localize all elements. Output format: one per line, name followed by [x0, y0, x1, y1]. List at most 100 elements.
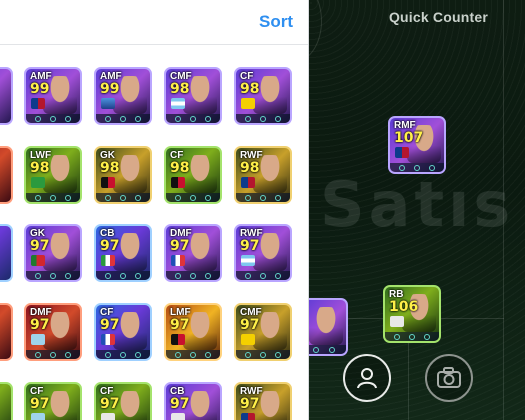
camera-icon	[437, 367, 461, 388]
skill-dots	[96, 193, 150, 202]
card-rating: 98	[240, 160, 260, 176]
player-card-partial[interactable]	[0, 146, 13, 204]
club-badge-icon	[101, 413, 115, 420]
center-circle-arc	[308, 0, 322, 62]
player-card[interactable]: RWF 97	[234, 224, 292, 282]
person-icon	[357, 368, 377, 389]
skill-dots	[96, 271, 150, 280]
skill-dots	[236, 114, 290, 123]
club-badge-icon	[31, 177, 45, 188]
club-badge-icon	[390, 316, 404, 327]
player-card[interactable]: DMF 97	[164, 224, 222, 282]
club-badge-icon	[241, 413, 255, 420]
club-badge-icon	[395, 147, 409, 158]
card-rating: 107	[394, 130, 424, 146]
skill-dots	[26, 350, 80, 359]
card-rating: 98	[240, 81, 260, 97]
player-card-partial[interactable]	[0, 67, 13, 125]
player-card-partial[interactable]	[0, 224, 13, 282]
club-badge-icon	[31, 255, 45, 266]
club-badge-icon	[31, 98, 45, 109]
player-photo	[309, 307, 343, 345]
player-list-panel: Sort AMF 99 AMF 99 CMF 98 CF 98 LWF 98 GK 98 CF 98 RWF…	[0, 0, 309, 420]
card-rating: 97	[240, 317, 260, 333]
skill-dots	[236, 193, 290, 202]
club-badge-icon	[171, 255, 185, 266]
player-card[interactable]: AMF 99	[24, 67, 82, 125]
skill-dots	[26, 193, 80, 202]
camera-button[interactable]	[425, 354, 473, 402]
club-badge-icon	[241, 255, 255, 266]
player-card[interactable]: CF 97	[94, 303, 152, 361]
club-badge-icon	[171, 413, 185, 420]
skill-dots	[96, 350, 150, 359]
card-rating: 97	[30, 317, 50, 333]
card-rating: 97	[170, 317, 190, 333]
card-rating: 99	[100, 81, 120, 97]
player-card[interactable]: GK 97	[24, 224, 82, 282]
card-rating: 97	[240, 238, 260, 254]
player-card[interactable]: DMF 97	[24, 303, 82, 361]
club-badge-icon	[101, 334, 115, 345]
card-rating: 97	[100, 238, 120, 254]
skill-dots	[26, 114, 80, 123]
player-card[interactable]: CF 98	[164, 146, 222, 204]
skill-dots	[166, 350, 220, 359]
card-rating: 98	[170, 81, 190, 97]
club-badge-icon	[31, 413, 45, 420]
card-rating: 106	[389, 299, 419, 315]
player-card[interactable]: CF 97	[24, 382, 82, 420]
player-card[interactable]: AMF 99	[94, 67, 152, 125]
club-badge-icon	[241, 177, 255, 188]
card-rating: 97	[100, 396, 120, 412]
player-card[interactable]: LWF 98	[24, 146, 82, 204]
club-badge-icon	[101, 98, 115, 109]
watermark-text: Satıs	[320, 168, 515, 241]
card-rating: 98	[100, 160, 120, 176]
player-card[interactable]: CMF 98	[164, 67, 222, 125]
player-card[interactable]: CMF 97	[234, 303, 292, 361]
card-rating: 97	[170, 396, 190, 412]
card-rating: 97	[100, 317, 120, 333]
card-rating: 97	[240, 396, 260, 412]
card-rating: 97	[30, 396, 50, 412]
player-card[interactable]: CB 97	[164, 382, 222, 420]
pitch-player-card[interactable]: RMF 107	[388, 116, 446, 174]
profile-button[interactable]	[343, 354, 391, 402]
club-badge-icon	[241, 334, 255, 345]
skill-dots	[166, 114, 220, 123]
card-rating: 98	[30, 160, 50, 176]
sort-button[interactable]: Sort	[259, 12, 293, 32]
pitch-player-card[interactable]: RB 106	[383, 285, 441, 343]
skill-dots	[385, 332, 439, 341]
club-badge-icon	[241, 98, 255, 109]
card-rating: 98	[170, 160, 190, 176]
skill-dots	[390, 163, 444, 172]
quick-counter-title[interactable]: Quick Counter	[389, 9, 488, 25]
club-badge-icon	[101, 177, 115, 188]
skill-dots	[96, 114, 150, 123]
player-card[interactable]: CB 97	[94, 224, 152, 282]
skill-dots	[236, 271, 290, 280]
club-badge-icon	[31, 334, 45, 345]
player-card-partial[interactable]	[0, 382, 13, 420]
skill-dots	[236, 350, 290, 359]
player-card[interactable]: GK 98	[94, 146, 152, 204]
player-card-partial[interactable]	[0, 303, 13, 361]
club-badge-icon	[171, 334, 185, 345]
skill-dots	[26, 271, 80, 280]
panel-header: Sort	[0, 0, 308, 45]
player-card[interactable]: CF 97	[94, 382, 152, 420]
player-card[interactable]: RWF 98	[234, 146, 292, 204]
club-badge-icon	[101, 255, 115, 266]
card-rating: 97	[30, 238, 50, 254]
player-card[interactable]: CF 98	[234, 67, 292, 125]
skill-dots	[166, 271, 220, 280]
card-rating: 97	[170, 238, 190, 254]
club-badge-icon	[171, 177, 185, 188]
card-rating: 99	[30, 81, 50, 97]
skill-dots	[166, 193, 220, 202]
player-card[interactable]: LMF 97	[164, 303, 222, 361]
player-card[interactable]: RWF 97	[234, 382, 292, 420]
club-badge-icon	[171, 98, 185, 109]
